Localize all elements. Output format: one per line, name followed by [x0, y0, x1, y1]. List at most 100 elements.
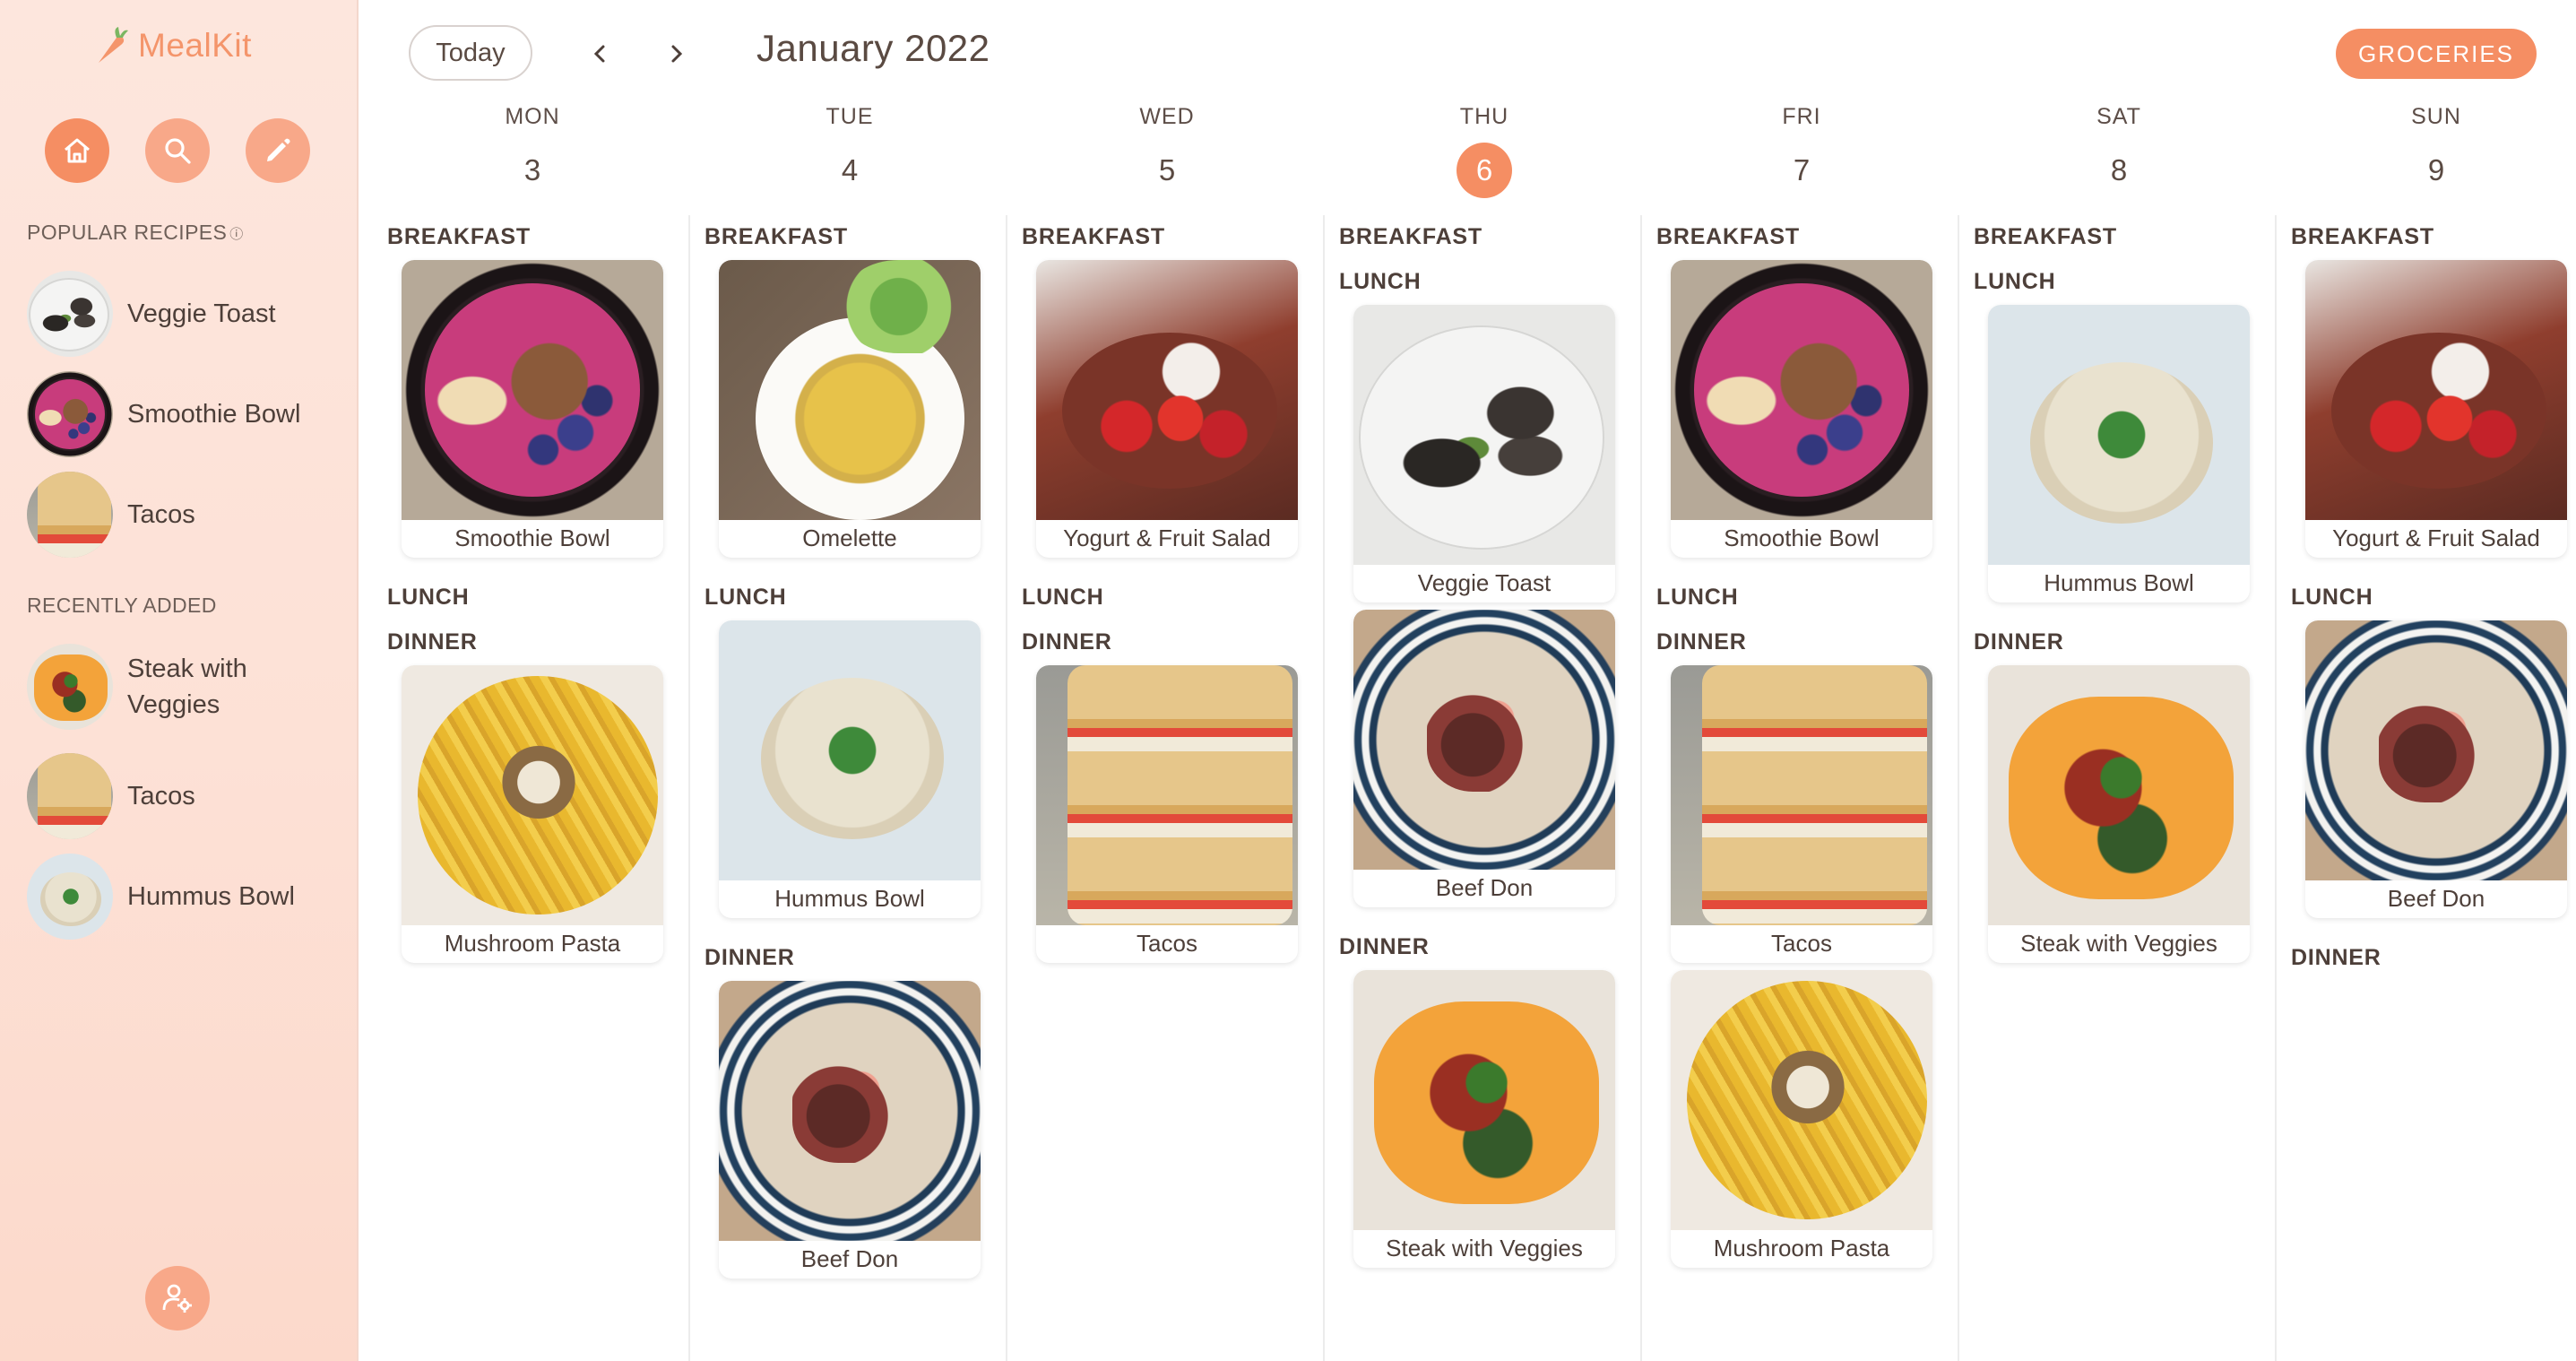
column-divider [1958, 215, 1959, 1361]
day-header[interactable]: TUE 4 [692, 99, 1007, 198]
app-logo[interactable]: MealKit [93, 25, 252, 66]
recipe-thumbnail [27, 753, 113, 839]
meal-card-title: Yogurt & Fruit Salad [2332, 524, 2540, 551]
meal-card[interactable]: Steak with Veggies [1353, 970, 1615, 1268]
lunch-label: LUNCH [1656, 585, 1739, 610]
meal-card[interactable]: Omelette [719, 260, 981, 558]
food-image [27, 472, 113, 558]
meal-card-title: Smoothie Bowl [454, 524, 610, 551]
meal-card[interactable]: Veggie Toast [1353, 305, 1615, 602]
recipe-name: Hummus Bowl [127, 882, 295, 911]
lunch-label: LUNCH [2291, 585, 2373, 610]
day-name: WED [1139, 104, 1195, 129]
meal-card[interactable]: Smoothie Bowl [402, 260, 663, 558]
meal-card[interactable]: Beef Don [719, 981, 981, 1279]
today-date-badge: 6 [1457, 143, 1512, 198]
recipe-name: Steak with Veggies [127, 654, 247, 719]
lunch-label: LUNCH [387, 585, 470, 610]
day-header[interactable]: SUN 9 [2278, 99, 2576, 198]
user-settings-button[interactable] [145, 1266, 210, 1331]
food-image [719, 260, 981, 520]
next-week-button[interactable] [656, 34, 696, 74]
meal-card-title: Beef Don [800, 1245, 899, 1272]
meal-photo [1671, 665, 1932, 925]
recipe-thumbnail [27, 854, 113, 940]
chevron-left-icon [593, 45, 605, 63]
sidebar-recipe-item[interactable]: Tacos [27, 472, 341, 558]
meal-card[interactable]: Beef Don [2305, 620, 2567, 918]
edit-button[interactable] [246, 118, 310, 183]
sidebar-recipe-item[interactable]: Hummus Bowl [27, 854, 341, 940]
meal-photo [1988, 665, 2250, 925]
day-header[interactable]: THU 6 [1327, 99, 1642, 198]
meal-card[interactable]: Steak with Veggies [1988, 665, 2250, 963]
day-column-sat: SAT 8 BREAKFAST LUNCH Hummus Bowl DINNER Steak… [1961, 99, 2277, 1309]
dinner-label: DINNER [705, 945, 795, 970]
meal-photo [1036, 260, 1298, 520]
search-icon [165, 138, 191, 164]
app-name: MealKit [138, 27, 252, 64]
sidebar-recipe-item[interactable]: Smoothie Bowl [27, 371, 341, 457]
lunch-label: LUNCH [1974, 269, 2056, 294]
meal-card[interactable]: Mushroom Pasta [1671, 970, 1932, 1268]
food-image [1988, 665, 2250, 925]
sidebar-recipe-item[interactable]: Steak with Veggies [27, 644, 341, 730]
food-image [719, 981, 981, 1241]
food-image [2305, 620, 2567, 880]
day-header[interactable]: SAT 8 [1961, 99, 2277, 198]
popular-recipes-heading: POPULAR RECIPES ⓘ [27, 221, 244, 244]
meal-card-title: Mushroom Pasta [444, 930, 621, 957]
sidebar-recipe-item[interactable]: Veggie Toast [27, 271, 341, 357]
search-button[interactable] [145, 118, 210, 183]
prev-week-button[interactable] [581, 34, 620, 74]
lunch-label: LUNCH [705, 585, 787, 610]
today-button[interactable]: Today [409, 25, 532, 81]
meal-card[interactable]: Beef Don [1353, 610, 1615, 907]
day-header[interactable]: MON 3 [375, 99, 690, 198]
food-image [1353, 305, 1615, 565]
day-header[interactable]: FRI 7 [1644, 99, 1959, 198]
info-icon[interactable]: ⓘ [229, 227, 243, 242]
day-column-wed: WED 5 BREAKFAST Yogurt & Fruit Salad LUNCH DI… [1009, 99, 1325, 1309]
meal-photo [1036, 665, 1298, 925]
sidebar-recipe-item[interactable]: Tacos [27, 753, 341, 839]
meal-photo [1988, 305, 2250, 565]
meal-card[interactable]: Smoothie Bowl [1671, 260, 1932, 558]
meal-photo [1671, 970, 1932, 1230]
day-name: SUN [2411, 104, 2461, 129]
meal-card[interactable]: Hummus Bowl [719, 620, 981, 918]
column-divider [1640, 215, 1642, 1361]
meal-card-title: Yogurt & Fruit Salad [1063, 524, 1271, 551]
meal-card[interactable]: Yogurt & Fruit Salad [1036, 260, 1298, 558]
day-column-fri: FRI 7 BREAKFAST Smoothie Bowl LUNCH DINNER Tac… [1644, 99, 1959, 1309]
column-divider [688, 215, 690, 1361]
day-date: 8 [2110, 153, 2128, 186]
meal-photo [402, 665, 663, 925]
pencil-icon [267, 138, 290, 161]
meal-card[interactable]: Hummus Bowl [1988, 305, 2250, 602]
groceries-button[interactable]: GROCERIES [2336, 29, 2537, 79]
meal-card-title: Tacos [1137, 930, 1197, 957]
home-icon [65, 138, 90, 163]
dinner-label: DINNER [1022, 629, 1112, 654]
column-divider [1323, 215, 1325, 1361]
meal-card-title: Hummus Bowl [774, 885, 925, 912]
food-image [1988, 305, 2250, 565]
meal-card[interactable]: Tacos [1671, 665, 1932, 963]
dinner-label: DINNER [1339, 934, 1430, 959]
meal-card[interactable]: Tacos [1036, 665, 1298, 963]
column-divider [1006, 215, 1007, 1361]
home-button[interactable] [45, 118, 109, 183]
dinner-label: DINNER [2291, 945, 2382, 970]
recipe-name: Veggie Toast [127, 299, 276, 328]
food-image [27, 371, 113, 457]
recipe-name: Tacos [127, 500, 195, 529]
day-column-thu: THU 6 BREAKFAST LUNCH Veggie Toast Beef Don DI… [1327, 99, 1642, 1309]
day-header[interactable]: WED 5 [1009, 99, 1325, 198]
breakfast-label: BREAKFAST [387, 224, 531, 249]
meal-card-title: Tacos [1771, 930, 1832, 957]
recipe-name: Tacos [127, 782, 195, 811]
meal-card[interactable]: Yogurt & Fruit Salad [2305, 260, 2567, 558]
day-name: FRI [1782, 104, 1821, 129]
meal-card[interactable]: Mushroom Pasta [402, 665, 663, 963]
